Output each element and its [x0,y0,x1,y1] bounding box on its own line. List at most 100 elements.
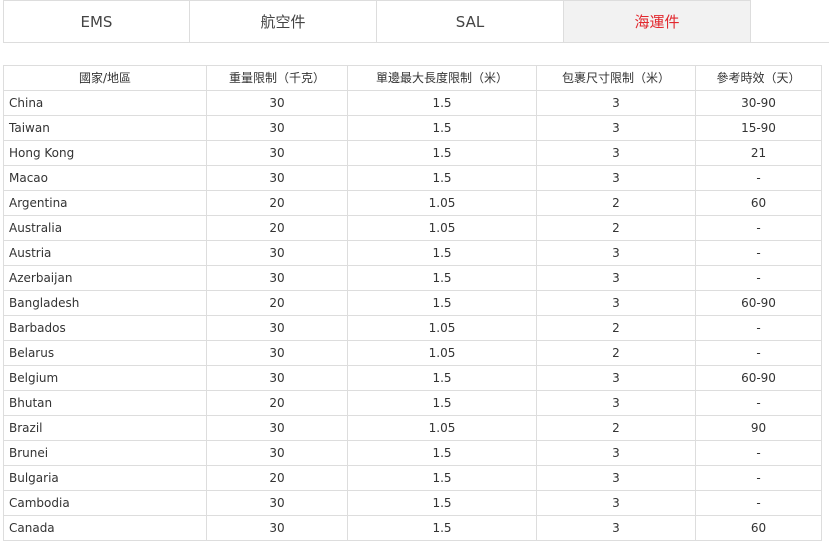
table-row: Australia 20 1.05 2- [3,215,822,241]
max-length-cell: 1.5 [347,290,537,316]
size-limit-cell: 2 [536,340,696,366]
size-limit-cell: 3 [536,265,696,291]
header-max-length: 單邊最大長度限制（米） [347,65,537,91]
delivery-time-cell: 30-90 [695,90,822,116]
weight-limit-cell: 20 [206,215,348,241]
country-cell: Canada [3,515,207,541]
delivery-time-cell: - [695,265,822,291]
table-row: Bulgaria 20 1.5 3- [3,465,822,491]
max-length-cell: 1.5 [347,390,537,416]
max-length-cell: 1.5 [347,90,537,116]
size-limit-cell: 2 [536,315,696,341]
max-length-cell: 1.5 [347,265,537,291]
delivery-time-cell: - [695,240,822,266]
max-length-cell: 1.5 [347,440,537,466]
max-length-cell: 1.05 [347,190,537,216]
weight-limit-cell: 30 [206,115,348,141]
table-row: Hong Kong 30 1.5 3 21 [3,140,822,166]
table-row: China 30 1.5 3 30-90 [3,90,822,116]
country-cell: Barbados [3,315,207,341]
table-body: China 30 1.5 3 30-90 Taiwan 30 1.5 3 15-90 Hong Ko… [3,90,822,541]
header-size-limit: 包裹尺寸限制（米） [536,65,696,91]
max-length-cell: 1.5 [347,490,537,516]
country-cell: Brunei [3,440,207,466]
table-row: Canada 30 1.5 3 60 [3,515,822,541]
delivery-time-cell: - [695,215,822,241]
delivery-time-cell: 60-90 [695,290,822,316]
table-row: Cambodia 30 1.5 3- [3,490,822,516]
size-limit-cell: 3 [536,390,696,416]
weight-limit-cell: 30 [206,365,348,391]
max-length-cell: 1.5 [347,165,537,191]
size-limit-cell: 3 [536,115,696,141]
country-cell: Belgium [3,365,207,391]
size-limit-cell: 2 [536,415,696,441]
delivery-time-cell: 90 [695,415,822,441]
country-cell: China [3,90,207,116]
size-limit-cell: 3 [536,240,696,266]
tab-ems[interactable]: EMS [3,0,190,43]
weight-limit-cell: 30 [206,165,348,191]
tab-sea-mail[interactable]: 海運件 [564,0,751,43]
country-cell: Bulgaria [3,465,207,491]
size-limit-cell: 3 [536,165,696,191]
weight-limit-cell: 20 [206,465,348,491]
delivery-time-cell: 60-90 [695,365,822,391]
size-limit-cell: 3 [536,140,696,166]
tab-sal[interactable]: SAL [377,0,564,43]
size-limit-cell: 3 [536,490,696,516]
country-cell: Austria [3,240,207,266]
size-limit-cell: 3 [536,465,696,491]
delivery-time-cell: - [695,340,822,366]
table-row: Argentina 20 1.05 2 60 [3,190,822,216]
header-weight-limit: 重量限制（千克） [206,65,348,91]
country-cell: Hong Kong [3,140,207,166]
country-cell: Azerbaijan [3,265,207,291]
weight-limit-cell: 30 [206,240,348,266]
max-length-cell: 1.5 [347,465,537,491]
weight-limit-cell: 20 [206,390,348,416]
weight-limit-cell: 30 [206,340,348,366]
table-row: Barbados 30 1.05 2- [3,315,822,341]
size-limit-cell: 2 [536,215,696,241]
delivery-time-cell: - [695,440,822,466]
table-row: Austria 30 1.5 3- [3,240,822,266]
weight-limit-cell: 30 [206,490,348,516]
max-length-cell: 1.5 [347,240,537,266]
tab-air-mail[interactable]: 航空件 [190,0,377,43]
table-row: Bangladesh 20 1.5 3 60-90 [3,290,822,316]
size-limit-cell: 3 [536,515,696,541]
max-length-cell: 1.5 [347,140,537,166]
delivery-time-cell: - [695,465,822,491]
max-length-cell: 1.5 [347,365,537,391]
table-row: Macao 30 1.5 3- [3,165,822,191]
country-cell: Cambodia [3,490,207,516]
table-header-row: 國家/地區 重量限制（千克） 單邊最大長度限制（米） 包裹尺寸限制（米） 參考時… [3,65,822,91]
size-limit-cell: 3 [536,290,696,316]
weight-limit-cell: 30 [206,440,348,466]
header-delivery-time: 參考時效（天） [695,65,822,91]
shipping-limits-table: 國家/地區 重量限制（千克） 單邊最大長度限制（米） 包裹尺寸限制（米） 參考時… [3,65,822,541]
max-length-cell: 1.5 [347,115,537,141]
table-row: Brunei 30 1.5 3- [3,440,822,466]
max-length-cell: 1.05 [347,340,537,366]
table-row: Bhutan 20 1.5 3- [3,390,822,416]
max-length-cell: 1.05 [347,315,537,341]
max-length-cell: 1.05 [347,215,537,241]
table-row: Taiwan 30 1.5 3 15-90 [3,115,822,141]
header-country: 國家/地區 [3,65,207,91]
country-cell: Argentina [3,190,207,216]
weight-limit-cell: 30 [206,315,348,341]
table-row: Brazil 30 1.05 2 90 [3,415,822,441]
table-row: Belgium 30 1.5 3 60-90 [3,365,822,391]
delivery-time-cell: - [695,490,822,516]
size-limit-cell: 3 [536,365,696,391]
delivery-time-cell: 15-90 [695,115,822,141]
country-cell: Brazil [3,415,207,441]
size-limit-cell: 3 [536,440,696,466]
table-row: Belarus 30 1.05 2- [3,340,822,366]
weight-limit-cell: 20 [206,290,348,316]
delivery-time-cell: 21 [695,140,822,166]
country-cell: Macao [3,165,207,191]
table-row: Azerbaijan 30 1.5 3- [3,265,822,291]
